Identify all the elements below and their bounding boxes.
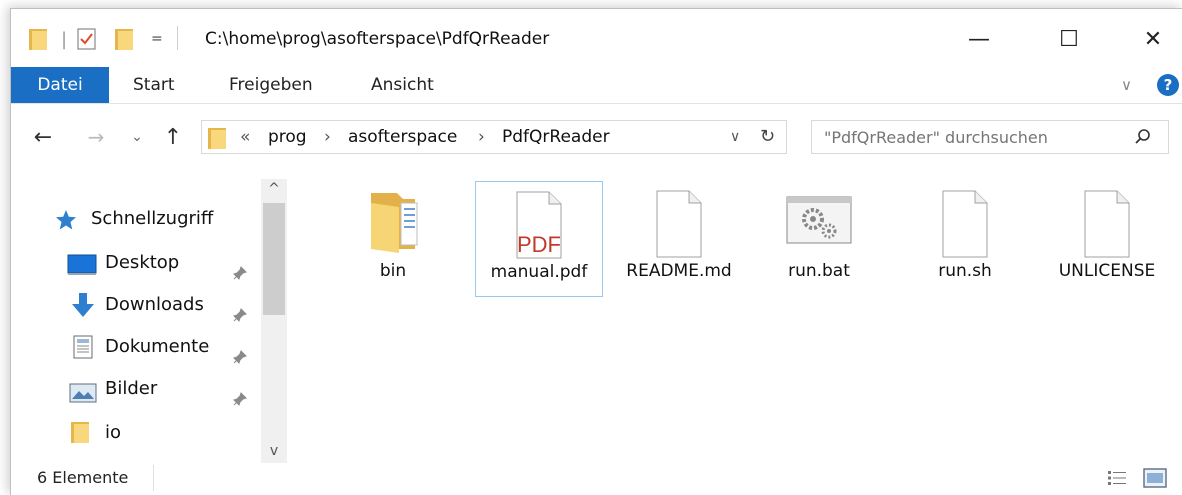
ribbon: Datei Start Freigeben Ansicht ∨ ? <box>11 67 1182 104</box>
nav-item-bilder[interactable]: Bilder <box>11 371 261 407</box>
file-name: run.sh <box>938 261 992 281</box>
tab-start[interactable]: Start <box>133 67 175 103</box>
picture-icon <box>69 380 97 416</box>
file-item-run-bat[interactable]: run.bat <box>755 181 883 297</box>
address-bar[interactable]: « prog › asofterspace › PdfQrReader ∨ ↻ <box>201 120 787 154</box>
nav-item-downloads[interactable]: Downloads <box>11 287 261 323</box>
qat-dropdown-icon[interactable]: = <box>151 26 163 52</box>
details-view-icon[interactable] <box>1107 469 1127 491</box>
scroll-thumb[interactable] <box>263 203 285 315</box>
address-dropdown-icon[interactable]: ∨ <box>730 121 740 153</box>
pdf-badge: PDF <box>517 232 561 257</box>
title-divider <box>177 26 178 50</box>
status-divider <box>153 465 154 491</box>
file-name: run.bat <box>788 261 850 281</box>
properties-icon[interactable] <box>77 26 97 52</box>
window-title: C:\home\prog\asofterspace\PdfQrReader <box>205 29 550 49</box>
close-button[interactable]: ✕ <box>1133 19 1173 59</box>
pin-icon[interactable] <box>233 341 247 364</box>
qat-folder-icon[interactable] <box>29 26 49 52</box>
up-arrow-icon[interactable]: ↑ <box>161 123 185 151</box>
pin-icon[interactable] <box>233 299 247 322</box>
batch-file-icon <box>755 189 883 255</box>
address-folder-icon <box>208 126 228 154</box>
search-icon[interactable] <box>1134 128 1152 150</box>
qat-separator: | <box>61 28 68 50</box>
file-icon <box>1043 189 1171 258</box>
explorer-window: | = C:\home\prog\asofterspace\PdfQrReade… <box>10 8 1182 495</box>
file-item-run-sh[interactable]: run.sh <box>901 181 1029 297</box>
pin-icon[interactable] <box>233 383 247 406</box>
title-bar: | = C:\home\prog\asofterspace\PdfQrReade… <box>11 9 1182 65</box>
nav-item-dokumente[interactable]: Dokumente <box>11 329 261 365</box>
breadcrumb-pdfqrreader[interactable]: PdfQrReader <box>502 121 610 153</box>
forward-arrow-icon[interactable]: → <box>85 123 107 151</box>
address-overflow-icon[interactable]: « <box>240 121 250 153</box>
document-icon <box>73 335 95 372</box>
file-item-manual-pdf[interactable]: PDF manual.pdf <box>475 181 603 297</box>
file-item-readme[interactable]: README.md <box>615 181 743 297</box>
download-icon <box>69 291 97 332</box>
file-icon <box>901 189 1029 258</box>
nav-item-label: Downloads <box>105 294 204 315</box>
tab-ansicht[interactable]: Ansicht <box>371 67 434 103</box>
file-view: bin PDF manual.pdf README.md run.bat run… <box>301 169 1181 459</box>
item-count: 6 Elemente <box>37 468 129 487</box>
breadcrumb-asofterspace[interactable]: asofterspace <box>348 121 457 153</box>
scroll-down-arrow-icon[interactable]: v <box>261 441 287 461</box>
search-box[interactable] <box>811 120 1169 154</box>
nav-item-label: Bilder <box>105 378 158 399</box>
large-icons-view-icon[interactable] <box>1143 467 1167 493</box>
navigation-pane: Schnellzugriff Desktop Downloads Dokumen… <box>11 169 289 463</box>
folder-icon <box>329 189 457 255</box>
desktop-icon <box>67 253 97 289</box>
nav-item-label: Schnellzugriff <box>91 208 214 229</box>
file-name: UNLICENSE <box>1058 261 1156 281</box>
breadcrumb-prog[interactable]: prog <box>268 121 307 153</box>
star-icon <box>55 208 77 244</box>
search-input[interactable] <box>824 121 1124 153</box>
file-name: manual.pdf <box>490 262 588 282</box>
nav-item-desktop[interactable]: Desktop <box>11 245 261 281</box>
file-name: bin <box>379 261 407 281</box>
maximize-button[interactable]: ☐ <box>1049 19 1089 59</box>
folder-icon <box>71 420 91 457</box>
nav-item-label: io <box>105 422 122 443</box>
pin-icon[interactable] <box>233 257 247 280</box>
nav-item-label: Dokumente <box>105 336 210 357</box>
tab-datei[interactable]: Datei <box>11 67 109 103</box>
file-name: README.md <box>626 261 732 281</box>
back-arrow-icon[interactable]: ← <box>31 123 55 151</box>
help-icon[interactable]: ? <box>1157 74 1179 96</box>
recent-locations-icon[interactable]: ⌄ <box>129 123 145 151</box>
breadcrumb-separator[interactable]: › <box>324 121 331 153</box>
nav-item-label: Desktop <box>105 252 180 273</box>
file-item-unlicense[interactable]: UNLICENSE <box>1043 181 1171 297</box>
file-icon <box>615 189 743 258</box>
refresh-icon[interactable]: ↻ <box>760 121 775 153</box>
new-folder-icon[interactable] <box>115 26 135 52</box>
status-bar: 6 Elemente <box>11 461 1182 495</box>
file-item-bin[interactable]: bin <box>329 181 457 297</box>
breadcrumb-separator[interactable]: › <box>478 121 485 153</box>
nav-item-schnellzugriff[interactable]: Schnellzugriff <box>11 201 261 237</box>
pdf-file-icon: PDF <box>476 190 602 259</box>
ribbon-expand-icon[interactable]: ∨ <box>1121 67 1132 103</box>
nav-item-io[interactable]: io <box>11 415 261 451</box>
navigation-bar: ← → ⌄ ↑ « prog › asofterspace › PdfQrRea… <box>11 117 1182 157</box>
tab-freigeben[interactable]: Freigeben <box>229 67 313 103</box>
minimize-button[interactable]: — <box>959 19 999 59</box>
nav-scrollbar[interactable]: ^ v <box>261 179 287 463</box>
scroll-up-arrow-icon[interactable]: ^ <box>261 179 287 199</box>
